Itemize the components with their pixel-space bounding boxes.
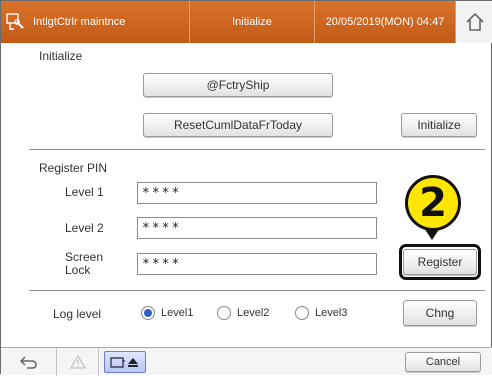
pin-screen-lock-label-line2: Lock <box>65 263 91 277</box>
log-level-option-1[interactable]: Level1 <box>141 306 193 320</box>
callout-pointer <box>424 228 440 240</box>
screen-title: Initialize <box>189 1 315 43</box>
title-bar: IntlgtCtrlr maintnce Initialize 20/05/20… <box>1 1 492 43</box>
register-pin-section-label: Register PIN <box>39 161 108 175</box>
register-button-highlight <box>399 244 481 280</box>
window: IntlgtCtrlr maintnce Initialize 20/05/20… <box>0 0 492 376</box>
reset-cumulative-data-button[interactable]: ResetCumlDataFrToday <box>143 113 333 137</box>
initialize-section-label: Initialize <box>39 49 83 63</box>
log-level-option-3-label: Level3 <box>315 307 348 319</box>
pin-level1-field[interactable]: **** <box>137 182 377 204</box>
section-divider <box>29 149 485 150</box>
section-divider-2 <box>29 290 485 291</box>
media-eject-button[interactable] <box>101 348 149 376</box>
cancel-button[interactable]: Cancel <box>405 352 481 372</box>
footer-bar: Cancel <box>1 347 492 376</box>
home-icon <box>465 12 484 31</box>
warning-button[interactable] <box>57 348 99 376</box>
log-level-label: Log level <box>53 307 102 321</box>
back-icon <box>19 356 37 369</box>
app-title-area: IntlgtCtrlr maintnce <box>1 1 189 43</box>
pin-level1-label: Level 1 <box>65 185 104 199</box>
step-callout-badge: 2 <box>405 175 461 231</box>
log-level-option-1-label: Level1 <box>161 307 194 319</box>
warning-icon <box>69 354 86 369</box>
home-button[interactable] <box>455 1 492 43</box>
log-level-option-2-label: Level2 <box>237 307 270 319</box>
factory-ship-button[interactable]: @FctryShip <box>143 73 333 97</box>
pin-level2-label: Level 2 <box>65 221 104 235</box>
log-level-option-3[interactable]: Level3 <box>295 306 347 320</box>
change-log-level-button[interactable]: Chng <box>403 300 477 326</box>
datetime-display: 20/05/2019(MON) 04:47 <box>315 1 455 43</box>
pin-level2-field[interactable]: **** <box>137 217 377 239</box>
initialize-button[interactable]: Initialize <box>401 113 477 137</box>
radio-unselected-icon <box>217 306 231 320</box>
media-eject-icon <box>104 351 146 373</box>
back-button[interactable] <box>1 348 57 376</box>
radio-unselected-icon <box>295 306 309 320</box>
app-title: IntlgtCtrlr maintnce <box>33 16 126 28</box>
log-level-option-2[interactable]: Level2 <box>217 306 269 320</box>
pin-screen-lock-field[interactable]: **** <box>137 253 377 275</box>
radio-selected-icon <box>141 306 155 320</box>
plug-wrench-icon <box>1 1 29 43</box>
pin-screen-lock-label: Screen Lock <box>65 251 103 277</box>
